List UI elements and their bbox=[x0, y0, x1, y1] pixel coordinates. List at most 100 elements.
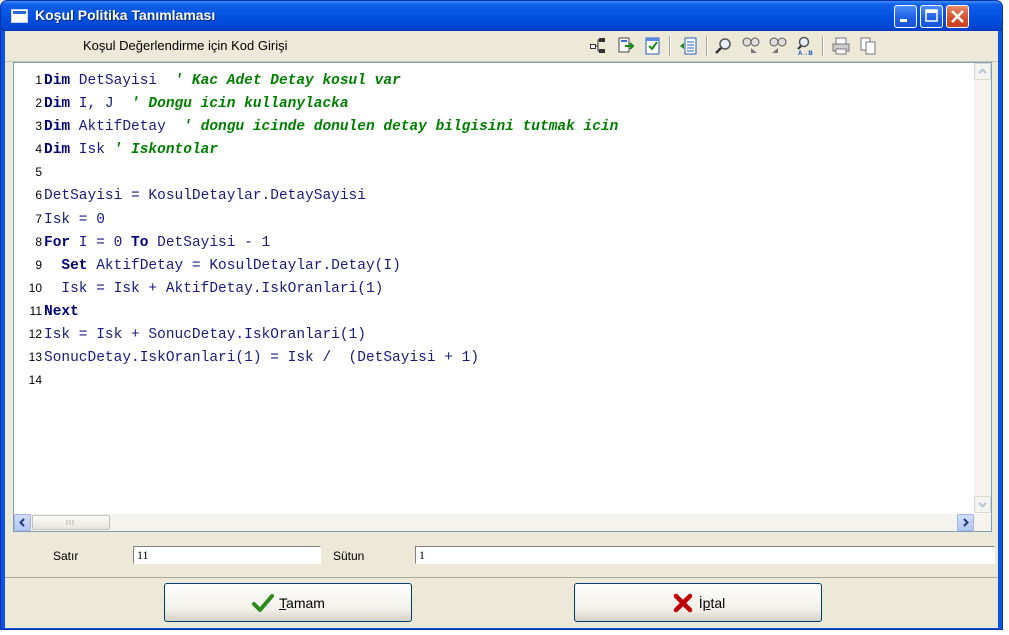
cancel-button-label: İptal bbox=[698, 594, 726, 611]
chevron-left-icon bbox=[19, 518, 25, 527]
close-icon bbox=[951, 10, 964, 23]
code-line[interactable]: 5 bbox=[14, 161, 969, 184]
code-text: DetSayisi bbox=[70, 73, 175, 89]
row-value: 11 bbox=[133, 546, 321, 564]
code-line[interactable]: 1 Dim DetSayisi ' Kac Adet Detay kosul va… bbox=[14, 69, 969, 92]
code-lines[interactable]: 1 Dim DetSayisi ' Kac Adet Detay kosul va… bbox=[14, 69, 969, 392]
keyword: To bbox=[131, 234, 149, 251]
indent-icon[interactable] bbox=[679, 36, 699, 56]
keyword: Dim bbox=[44, 142, 71, 159]
scroll-up-button[interactable] bbox=[974, 63, 991, 80]
code-line[interactable]: 6 DetSayisi = KosulDetaylar.DetaySayisi bbox=[14, 184, 969, 207]
replace-icon[interactable]: A→B bbox=[795, 36, 815, 56]
scroll-down-button[interactable] bbox=[974, 496, 991, 513]
comment: ' Dongu icin kullanylacka bbox=[131, 96, 349, 113]
line-number: 12 bbox=[28, 327, 42, 342]
close-button[interactable] bbox=[946, 5, 969, 28]
code-line[interactable]: 9 Set AktifDetay = KosulDetaylar.Detay(I… bbox=[14, 254, 969, 277]
keyword: Next bbox=[44, 303, 79, 320]
code-text: Isk = Isk + SonucDetay.IskOranlari(1) bbox=[44, 327, 366, 344]
ok-button-label: Tamam bbox=[279, 594, 325, 611]
line-number: 2 bbox=[35, 96, 42, 111]
line-number: 14 bbox=[28, 373, 42, 388]
code-text: Isk = Isk + AktifDetay.IskOranlari(1) bbox=[44, 280, 384, 297]
code-line[interactable]: 4 Dim Isk ' Iskontolar bbox=[14, 138, 969, 161]
scroll-left-button[interactable] bbox=[14, 514, 31, 531]
find-icon[interactable] bbox=[714, 36, 734, 56]
tree-icon[interactable] bbox=[588, 36, 608, 56]
line-number: 11 bbox=[29, 303, 42, 318]
keyword: Dim bbox=[44, 96, 71, 113]
scroll-thumb[interactable] bbox=[32, 515, 110, 530]
comment: ' Kac Adet Detay kosul var bbox=[174, 73, 401, 89]
line-number: 13 bbox=[28, 350, 42, 365]
line-number: 5 bbox=[35, 165, 42, 180]
comment: ' dongu icinde donulen detay bilgisini t… bbox=[183, 119, 619, 136]
toolbar-label: Koşul Değerlendirme için Kod Girişi bbox=[83, 38, 288, 53]
cancel-button[interactable]: İptal bbox=[574, 583, 822, 622]
code-text: DetSayisi = KosulDetaylar.DetaySayisi bbox=[44, 188, 366, 205]
minimize-button[interactable] bbox=[894, 5, 917, 28]
find-next-icon[interactable] bbox=[741, 36, 761, 56]
chevron-down-icon bbox=[978, 502, 987, 508]
code-line[interactable]: 13 SonucDetay.IskOranlari(1) = Isk / (Det… bbox=[14, 346, 969, 369]
keyword: Set bbox=[44, 257, 88, 274]
dialog-client: Koşul Değerlendirme için Kod Girişi A→B … bbox=[5, 31, 998, 628]
line-number: 7 bbox=[35, 211, 42, 226]
window-title: Koşul Politika Tanımlaması bbox=[35, 7, 216, 23]
line-number: 8 bbox=[35, 234, 42, 249]
keyword: For bbox=[44, 234, 71, 251]
scroll-right-button[interactable] bbox=[957, 514, 974, 531]
code-text: DetSayisi - 1 bbox=[148, 234, 271, 251]
chevron-up-icon bbox=[978, 68, 987, 74]
window-icon bbox=[11, 9, 28, 23]
keyword: Dim bbox=[44, 73, 71, 89]
title-bar[interactable]: Koşul Politika Tanımlaması bbox=[1, 1, 1002, 31]
validate-icon[interactable] bbox=[643, 36, 663, 56]
row-label: Satır bbox=[53, 549, 79, 563]
code-line[interactable]: 7 Isk = 0 bbox=[14, 208, 969, 231]
keyword: Dim bbox=[44, 119, 71, 136]
svg-text:A→B: A→B bbox=[798, 51, 813, 56]
line-number: 6 bbox=[35, 188, 42, 203]
checkmark-icon bbox=[252, 593, 275, 612]
find-prev-icon[interactable] bbox=[768, 36, 788, 56]
line-number: 4 bbox=[35, 142, 42, 157]
code-line[interactable]: 12 Isk = Isk + SonucDetay.IskOranlari(1) bbox=[14, 323, 969, 346]
code-text: I, J bbox=[70, 96, 132, 113]
column-value: 1 bbox=[415, 546, 995, 564]
comment: ' Iskontolar bbox=[113, 142, 219, 159]
ok-button[interactable]: Tamam bbox=[164, 583, 412, 622]
line-number: 9 bbox=[35, 257, 42, 272]
vertical-scrollbar[interactable] bbox=[974, 63, 991, 513]
status-bar: Satır 11 Sütun 1 bbox=[5, 538, 998, 574]
code-text: AktifDetay = KosulDetaylar.Detay(I) bbox=[87, 257, 401, 274]
cross-icon bbox=[673, 593, 692, 612]
column-label: Sütun bbox=[333, 549, 365, 563]
maximize-icon bbox=[925, 9, 938, 22]
editor-toolbar: Koşul Değerlendirme için Kod Girişi A→B bbox=[5, 31, 998, 62]
line-number: 1 bbox=[35, 73, 42, 87]
code-text: AktifDetay bbox=[70, 119, 184, 136]
code-line[interactable]: 3 Dim AktifDetay ' dongu icinde donulen d… bbox=[14, 115, 969, 138]
minimize-icon bbox=[900, 19, 907, 22]
import-icon[interactable] bbox=[616, 36, 636, 56]
line-number: 3 bbox=[35, 119, 42, 134]
horizontal-scrollbar[interactable] bbox=[14, 514, 991, 531]
code-line[interactable]: 2 Dim I, J ' Dongu icin kullanylacka bbox=[14, 92, 969, 115]
code-text: SonucDetay.IskOranlari(1) = Isk / (DetSa… bbox=[44, 350, 480, 367]
button-bar: Tamam İptal bbox=[5, 577, 998, 628]
code-line[interactable]: 11 Next bbox=[14, 300, 969, 323]
dialog-window: Koşul Politika Tanımlaması Koşul Değerle… bbox=[0, 0, 1003, 630]
maximize-button[interactable] bbox=[920, 5, 943, 28]
line-number: 10 bbox=[28, 280, 42, 295]
grip-icon bbox=[66, 520, 74, 525]
code-line[interactable]: 8 For I = 0 To DetSayisi - 1 bbox=[14, 231, 969, 254]
code-editor[interactable]: 1 Dim DetSayisi ' Kac Adet Detay kosul va… bbox=[13, 62, 992, 532]
code-text: I = 0 bbox=[70, 234, 132, 251]
print-icon[interactable] bbox=[831, 36, 851, 56]
chevron-right-icon bbox=[963, 518, 969, 527]
code-line[interactable]: 14 bbox=[14, 369, 969, 392]
code-line[interactable]: 10 Isk = Isk + AktifDetay.IskOranlari(1) bbox=[14, 277, 969, 300]
copy-icon[interactable] bbox=[858, 36, 878, 56]
